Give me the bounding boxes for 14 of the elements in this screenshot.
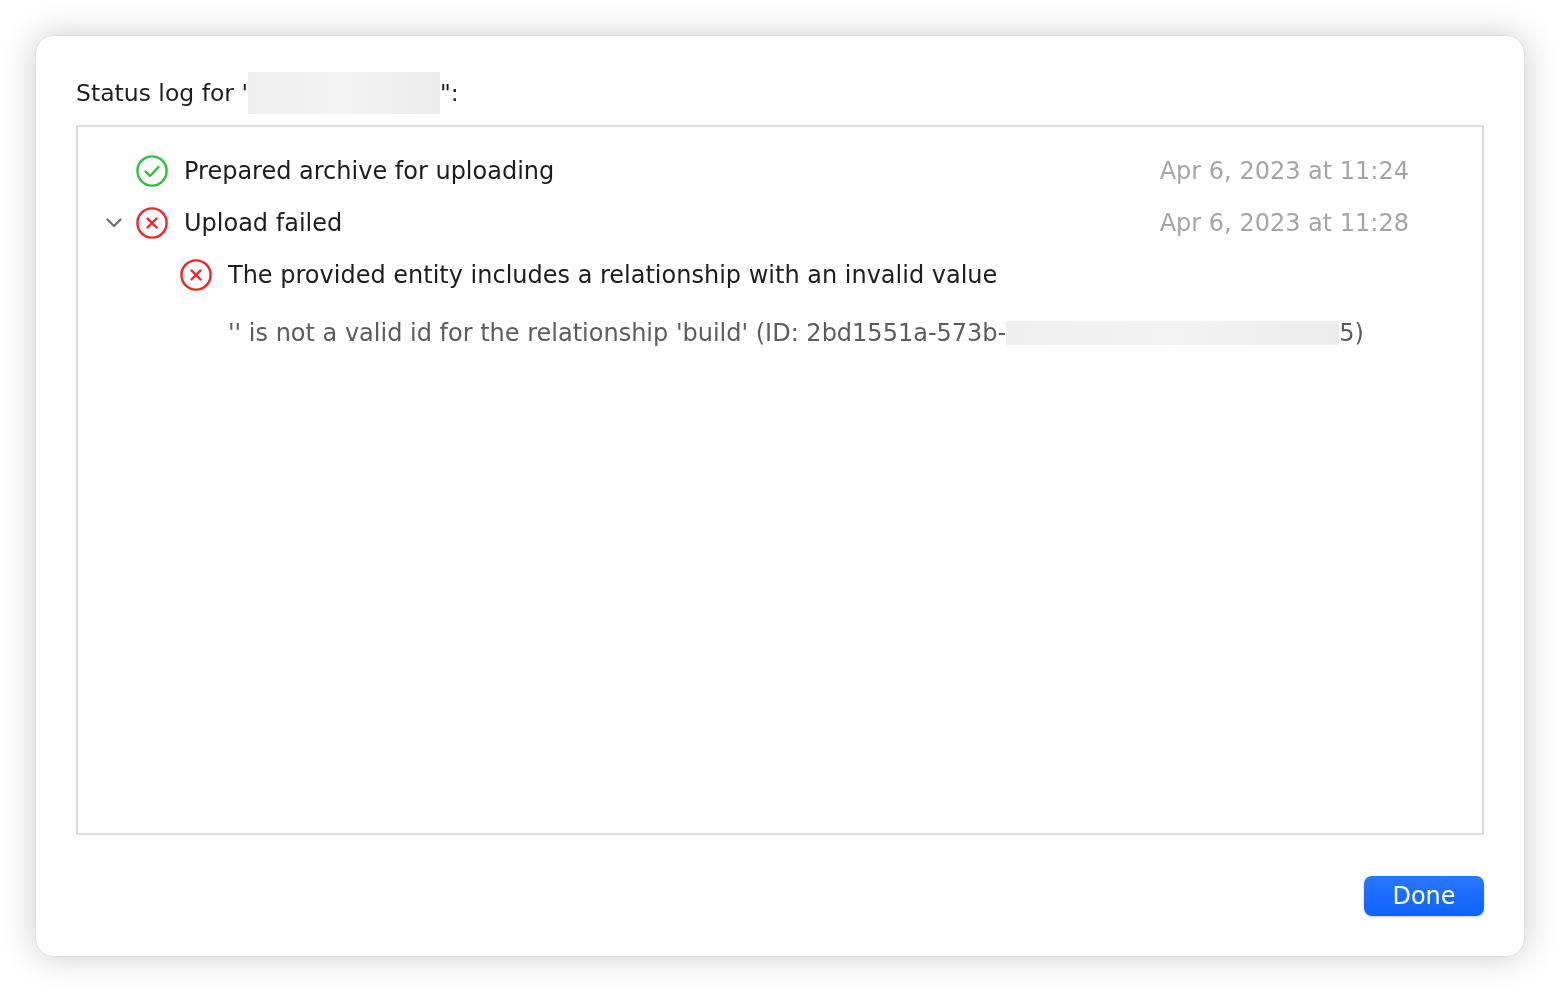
- x-circle-icon: [136, 207, 168, 239]
- title-text: Status log for ': [76, 79, 248, 107]
- chevron-down-icon[interactable]: [106, 218, 122, 228]
- log-timestamp: Apr 6, 2023 at 11:24: [1159, 157, 1409, 185]
- log-detail-end-text: 5): [1339, 319, 1364, 347]
- title-end-text: ":: [439, 79, 459, 107]
- done-button[interactable]: Done: [1364, 876, 1484, 916]
- log-message: Upload failed: [184, 209, 344, 237]
- log-detail-text: '' is not a valid id for the relationship 'build' (ID: 2bd1551a-573b-: [228, 319, 1007, 347]
- x-circle-icon: [180, 259, 212, 291]
- log-message: The provided entity includes a relationship with an invalid value: [228, 261, 999, 289]
- log-message: Prepared archive for uploading: [184, 157, 556, 185]
- check-circle-icon: [136, 155, 168, 187]
- log-timestamp: Apr 6, 2023 at 11:28: [1159, 209, 1409, 237]
